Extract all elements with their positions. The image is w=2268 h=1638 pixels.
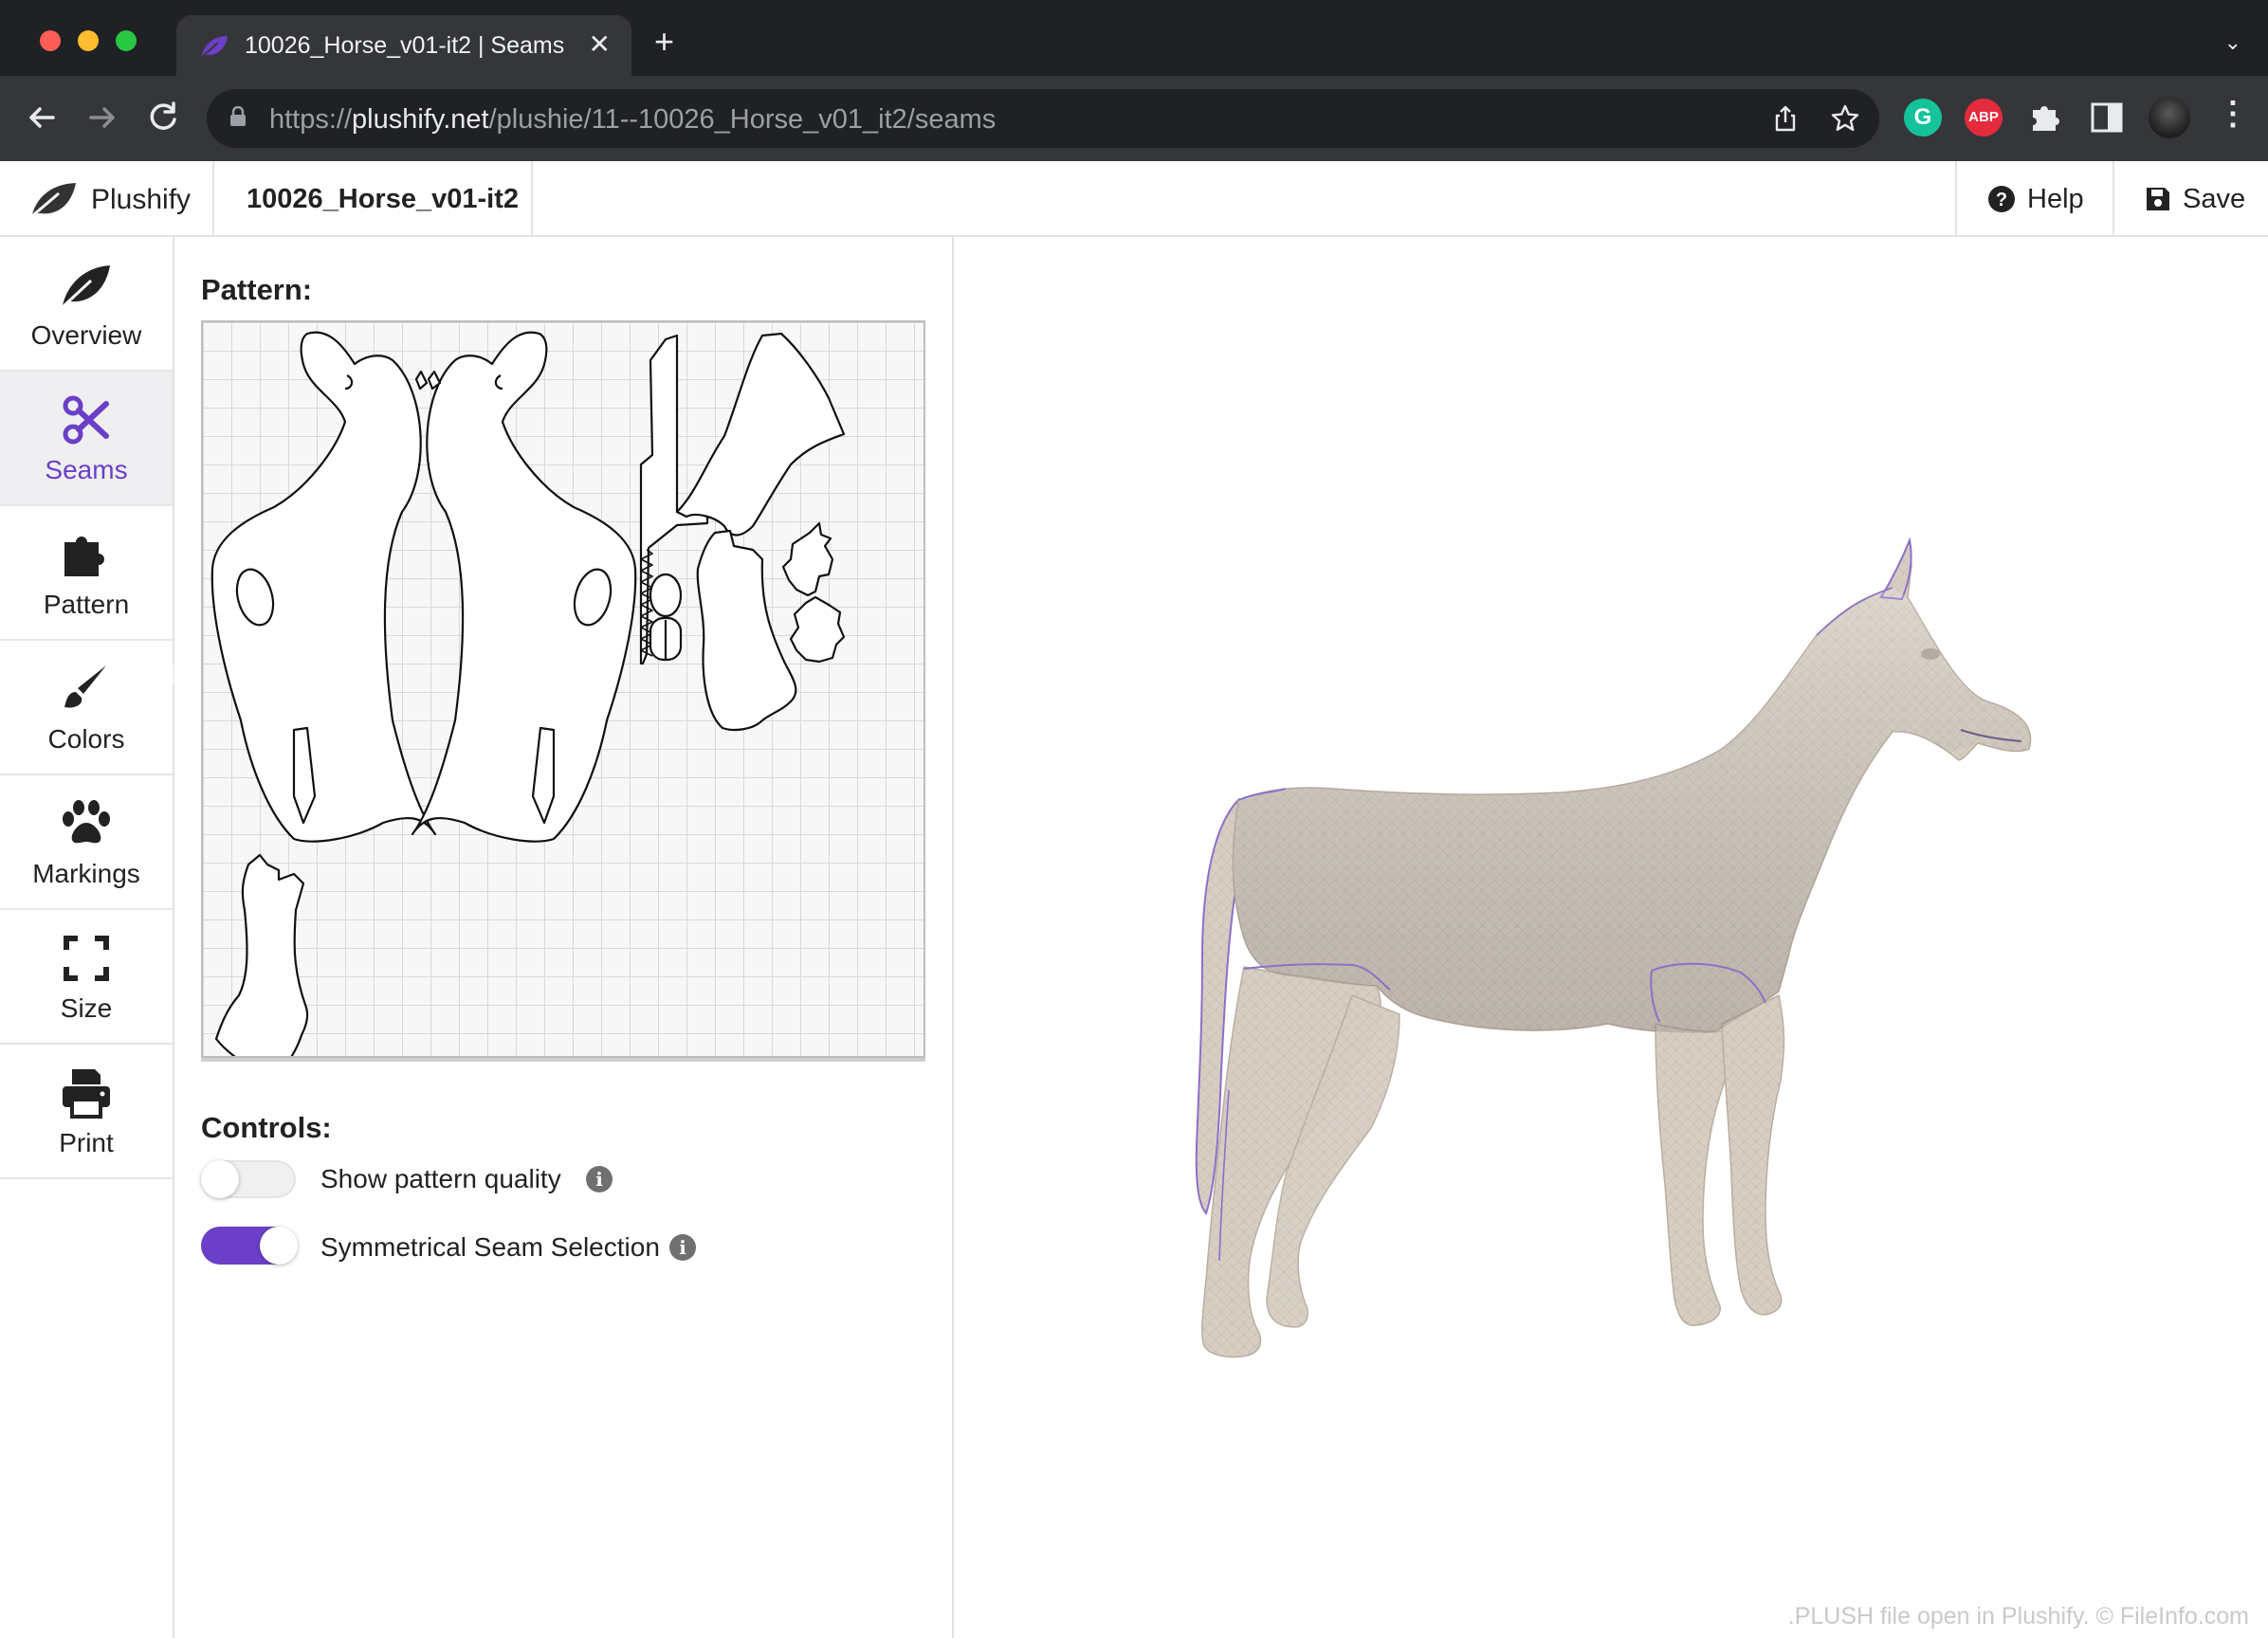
horse-3d-model[interactable] (954, 237, 2268, 1638)
sidebar-label-colors: Colors (47, 724, 125, 754)
minimize-window-button[interactable] (78, 30, 99, 51)
leaf-favicon-icon (201, 36, 228, 58)
sidebar-label-pattern: Pattern (43, 590, 130, 619)
save-label: Save (2183, 184, 2246, 214)
lock-icon (230, 106, 246, 126)
sidebar-item-size[interactable]: Size (0, 910, 173, 1045)
paw-icon (63, 800, 110, 844)
sidebar-nav: Overview Seams Pattern Colors Markings S… (0, 237, 184, 1638)
pattern-piece-leg[interactable] (696, 529, 797, 731)
horse-far-front-leg (1721, 993, 1785, 1316)
seams-panel: Pattern: Controls: Show pattern quality … (174, 237, 954, 1638)
toggle-knob (260, 1227, 298, 1265)
pattern-piece-leg-lower[interactable] (214, 853, 309, 1056)
brand-name: Plushify (91, 184, 192, 215)
sidebar-label-overview: Overview (30, 320, 142, 350)
close-window-button[interactable] (40, 30, 61, 51)
file-title: 10026_Horse_v01-it2 (214, 161, 533, 235)
sidebar-item-pattern[interactable]: Pattern (0, 506, 173, 641)
grammarly-extension-icon[interactable]: G (1904, 99, 1942, 136)
app-header: Plushify 10026_Horse_v01-it2 ? Help Save (0, 161, 2268, 237)
address-bar[interactable]: https://plushify.net/plushie/11--10026_H… (207, 89, 1879, 148)
maximize-window-button[interactable] (116, 30, 137, 51)
sidebar-item-print[interactable]: Print (0, 1045, 173, 1179)
back-arrow-icon[interactable] (21, 97, 63, 138)
tab-title: 10026_Horse_v01-it2 | Seams (245, 32, 565, 59)
sidebar-label-markings: Markings (32, 859, 140, 888)
browser-toolbar: https://plushify.net/plushie/11--10026_H… (0, 76, 2268, 161)
profile-avatar[interactable] (2149, 97, 2190, 138)
save-button[interactable]: Save (2113, 161, 2268, 235)
scissors-icon (63, 395, 109, 445)
sidebar-item-markings[interactable]: Markings (0, 775, 173, 910)
help-circle-icon: ? (1988, 186, 2015, 212)
share-icon[interactable] (1771, 104, 1800, 133)
adblock-extension-icon[interactable]: ABP (1965, 99, 2003, 136)
sidebar-label-size: Size (60, 993, 113, 1023)
browser-menu-icon[interactable]: ⋮ (2217, 95, 2249, 133)
show-pattern-quality-toggle[interactable] (201, 1160, 296, 1198)
3d-viewport[interactable]: .PLUSH file open in Plushify. © FileInfo… (954, 237, 2268, 1638)
pattern-title: Pattern: (201, 273, 313, 306)
show-pattern-quality-label: Show pattern quality (320, 1164, 561, 1193)
pattern-preview[interactable] (201, 320, 925, 1058)
extensions-puzzle-icon[interactable] (2027, 99, 2065, 136)
sidebar-item-overview[interactable]: Overview (0, 237, 173, 372)
toggle-knob (201, 1160, 239, 1198)
file-title-text: 10026_Horse_v01-it2 (247, 184, 519, 214)
printer-icon (63, 1069, 110, 1119)
help-label: Help (2027, 184, 2084, 214)
bookmark-star-icon[interactable] (1830, 103, 1860, 134)
expand-icon (64, 936, 109, 981)
browser-tab[interactable]: 10026_Horse_v01-it2 | Seams ✕ (176, 15, 631, 76)
info-icon[interactable]: i (669, 1234, 696, 1261)
controls-title: Controls: (201, 1111, 332, 1144)
browser-tab-bar: 10026_Horse_v01-it2 | Seams ✕ + ⌄ (0, 0, 2268, 76)
symmetrical-seam-selection-toggle[interactable] (201, 1227, 298, 1265)
save-disk-icon (2147, 188, 2169, 210)
leaf-logo-icon (32, 183, 76, 217)
paintbrush-icon (64, 665, 106, 708)
svg-text:?: ? (1996, 190, 2007, 210)
new-tab-icon[interactable]: + (654, 25, 674, 59)
sidebar-label-print: Print (59, 1128, 114, 1157)
watermark-caption: .PLUSH file open in Plushify. © FileInfo… (1787, 1603, 2249, 1629)
sidebar-label-seams: Seams (45, 455, 128, 484)
brand-logo[interactable]: Plushify (0, 161, 214, 235)
sidebar-item-colors[interactable]: Colors (0, 641, 173, 775)
pattern-piece-ear[interactable] (781, 521, 834, 597)
info-icon[interactable]: i (586, 1166, 613, 1192)
leaf-icon (62, 265, 110, 308)
tab-close-icon[interactable]: ✕ (589, 28, 611, 60)
tab-search-chevron-icon[interactable]: ⌄ (2224, 30, 2241, 55)
pattern-piece-head-top[interactable] (675, 332, 846, 537)
puzzle-icon (64, 537, 104, 576)
help-button[interactable]: ? Help (1955, 161, 2113, 235)
pattern-piece-ear-2[interactable] (789, 595, 846, 664)
sidebar-item-seams[interactable]: Seams (0, 372, 173, 506)
symmetrical-seam-selection-label: Symmetrical Seam Selection (320, 1232, 660, 1262)
side-panel-icon[interactable] (2090, 100, 2124, 135)
forward-arrow-icon[interactable] (82, 97, 123, 138)
reload-icon[interactable] (142, 97, 184, 138)
url-text[interactable]: https://plushify.net/plushie/11--10026_H… (269, 104, 996, 136)
pattern-pieces (210, 331, 846, 1056)
